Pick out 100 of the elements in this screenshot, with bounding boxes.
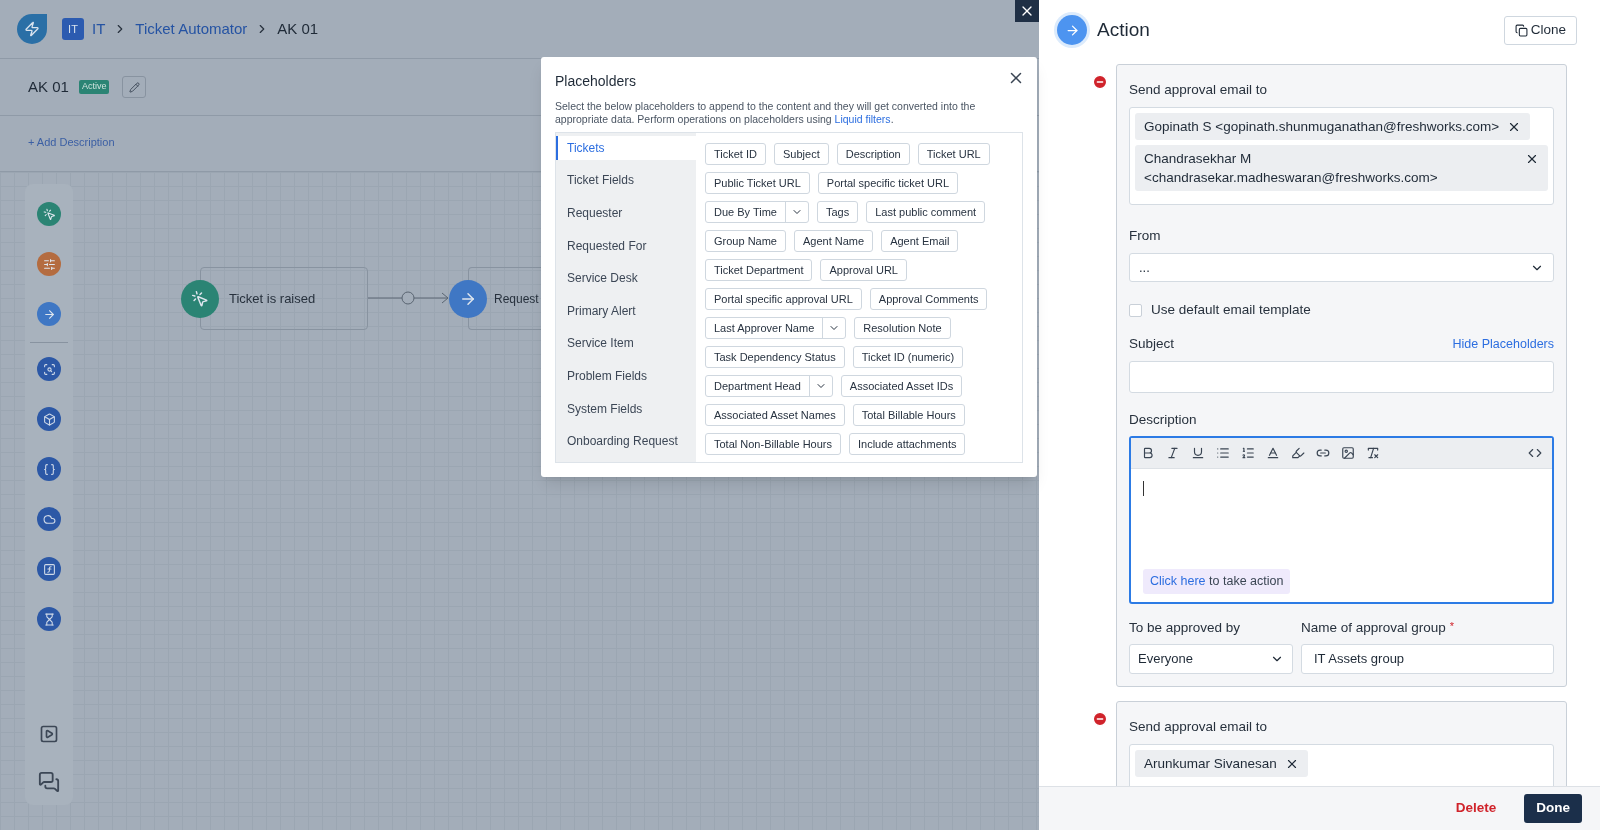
placeholder-chip[interactable]: Subject — [774, 143, 829, 165]
placeholder-chip[interactable]: Description — [836, 143, 910, 165]
field-label: From — [1129, 228, 1161, 243]
recipient-name: Arunkumar Sivanesan — [1144, 754, 1277, 773]
field-label: Send approval email to — [1129, 718, 1268, 734]
recipients-field[interactable]: Arunkumar Sivanesan — [1129, 743, 1554, 786]
category-tab[interactable]: Problem Fields — [556, 364, 696, 388]
placeholder-chip[interactable]: Agent Name — [794, 230, 874, 252]
subject-field[interactable] — [1129, 360, 1554, 393]
category-tab[interactable]: System Fields — [556, 396, 696, 421]
numbered-list-icon[interactable] — [1241, 445, 1255, 460]
placeholder-chip[interactable]: Associated Asset Names — [705, 404, 845, 426]
arrow-right-icon[interactable] — [37, 302, 61, 326]
placeholder-chip[interactable]: Due By Time — [705, 201, 809, 223]
take-action-prompt[interactable]: Click here to take action — [1143, 568, 1291, 594]
play-book-icon[interactable] — [39, 723, 59, 745]
hide-placeholders-link[interactable]: Hide Placeholders — [1452, 335, 1554, 354]
highlighter-icon[interactable] — [1291, 445, 1305, 460]
remove-icon[interactable] — [1525, 152, 1539, 166]
placeholder-chip[interactable]: Portal specific ticket URL — [817, 172, 959, 194]
placeholder-chip[interactable]: Approval Comments — [869, 288, 988, 310]
checkbox[interactable] — [1129, 303, 1142, 317]
placeholder-chip[interactable]: Include attachments — [849, 433, 966, 455]
liquid-filters-link[interactable]: Liquid filters — [834, 113, 891, 125]
dialog-title: Placeholders — [555, 72, 636, 91]
close-button[interactable] — [1015, 0, 1039, 22]
placeholder-chip[interactable]: Last public comment — [866, 201, 986, 223]
approver-select[interactable]: Everyone — [1129, 643, 1293, 674]
field-label: Description — [1129, 411, 1197, 427]
pointer-click-icon[interactable] — [37, 202, 61, 226]
remove-block-icon[interactable] — [1092, 74, 1108, 90]
description-editor[interactable]: Click here to take action — [1129, 435, 1554, 604]
image-icon[interactable] — [1341, 445, 1355, 460]
panel-title: Action — [1097, 17, 1150, 42]
category-tab[interactable]: Requester — [556, 201, 696, 225]
cloud-icon[interactable] — [37, 507, 61, 531]
bold-icon[interactable] — [1141, 445, 1155, 460]
placeholder-chip[interactable]: Last Approver Name — [705, 317, 847, 339]
pencil-icon — [128, 81, 140, 93]
recipients-field[interactable]: Gopinath S <gopinath.shunmuganathan@freshworks.com> Chandrasekhar M <chandrasekar.madheswaran@freshworks.com> — [1129, 107, 1554, 205]
group-name-field[interactable]: IT Assets group — [1301, 643, 1554, 674]
placeholder-chip[interactable]: Resolution Note — [854, 317, 951, 339]
cube-icon[interactable] — [37, 407, 61, 431]
placeholder-chip[interactable]: Tags — [816, 201, 859, 223]
placeholder-chip[interactable]: Public Ticket URL — [705, 172, 810, 194]
sliders-icon[interactable] — [37, 252, 61, 276]
flow-node-icon[interactable] — [181, 279, 219, 318]
done-button[interactable]: Done — [1524, 794, 1582, 823]
field-label: To be approved by — [1129, 618, 1242, 637]
workflow-name: AK 01 — [28, 76, 69, 97]
search-list-icon[interactable] — [37, 357, 61, 381]
chat-icon[interactable] — [38, 771, 60, 793]
placeholder-chip[interactable]: Agent Email — [881, 230, 959, 252]
category-tab[interactable]: Ticket Fields — [556, 168, 696, 193]
italic-icon[interactable] — [1166, 445, 1180, 460]
placeholder-chip[interactable]: Task Dependency Status — [705, 346, 845, 368]
field-label: Send approval email to — [1129, 82, 1268, 97]
clear-format-icon[interactable] — [1366, 445, 1380, 460]
placeholder-chip[interactable]: Ticket ID — [705, 143, 766, 165]
recipient-name: Gopinath S <gopinath.shunmuganathan@freshworks.com> — [1144, 118, 1500, 136]
placeholder-chip[interactable]: Total Non-Billable Hours — [705, 433, 841, 455]
placeholder-chip[interactable]: Approval URL — [820, 259, 907, 281]
status-badge: Active — [78, 80, 110, 94]
clone-button[interactable]: Clone — [1503, 15, 1577, 45]
placeholder-chip[interactable]: Department Head — [705, 375, 833, 397]
edit-button[interactable] — [122, 76, 147, 98]
dialog-description: Select the below placeholders to append to the content and they will get converted into the appropriate data. Perform operations on placeholders using Liquid filters. — [555, 100, 977, 126]
placeholder-chip[interactable]: Portal specific approval URL — [705, 288, 862, 310]
remove-block-icon[interactable] — [1092, 710, 1108, 727]
action-icon — [1057, 15, 1087, 45]
recipient-name: Chandrasekhar M <chandrasekar.madheswaran@freshworks.com> — [1144, 150, 1439, 187]
underline-icon[interactable] — [1191, 445, 1205, 460]
category-tab[interactable]: Tickets — [556, 136, 696, 160]
placeholder-chip[interactable]: Associated Asset IDs — [840, 375, 963, 397]
hourglass-icon[interactable] — [37, 607, 61, 631]
bullet-list-icon[interactable] — [1216, 445, 1230, 460]
field-label: Name of approval group — [1301, 618, 1446, 637]
category-tab[interactable]: Service Item — [556, 331, 696, 356]
workspace-badge: IT — [62, 18, 84, 40]
breadcrumb-current: AK 01 — [277, 18, 319, 39]
text-color-icon[interactable] — [1266, 445, 1280, 460]
copy-icon — [1514, 23, 1528, 37]
flow-node[interactable]: Ticket is raised — [200, 267, 368, 330]
braces-icon[interactable] — [37, 457, 61, 481]
from-select[interactable]: ... — [1129, 253, 1554, 282]
placeholder-chip[interactable]: Group Name — [705, 230, 786, 252]
placeholder-chip[interactable]: Ticket ID (numeric) — [852, 346, 964, 368]
delete-button[interactable]: Delete — [1447, 798, 1505, 819]
placeholder-chip[interactable]: Ticket Department — [705, 259, 813, 281]
function-icon[interactable] — [37, 557, 61, 581]
app-logo-icon[interactable] — [17, 14, 47, 44]
node-label: Request — [494, 290, 539, 308]
flow-node-icon[interactable] — [449, 279, 487, 318]
required-mark: * — [1449, 618, 1455, 634]
category-tab[interactable]: Requested For — [556, 233, 696, 258]
placeholder-chip[interactable]: Total Billable Hours — [852, 404, 965, 426]
category-tab[interactable]: Onboarding Request — [556, 429, 696, 453]
placeholder-chip[interactable]: Ticket URL — [917, 143, 990, 165]
node-label: Ticket is raised — [229, 289, 316, 308]
field-label: Subject — [1129, 335, 1175, 354]
